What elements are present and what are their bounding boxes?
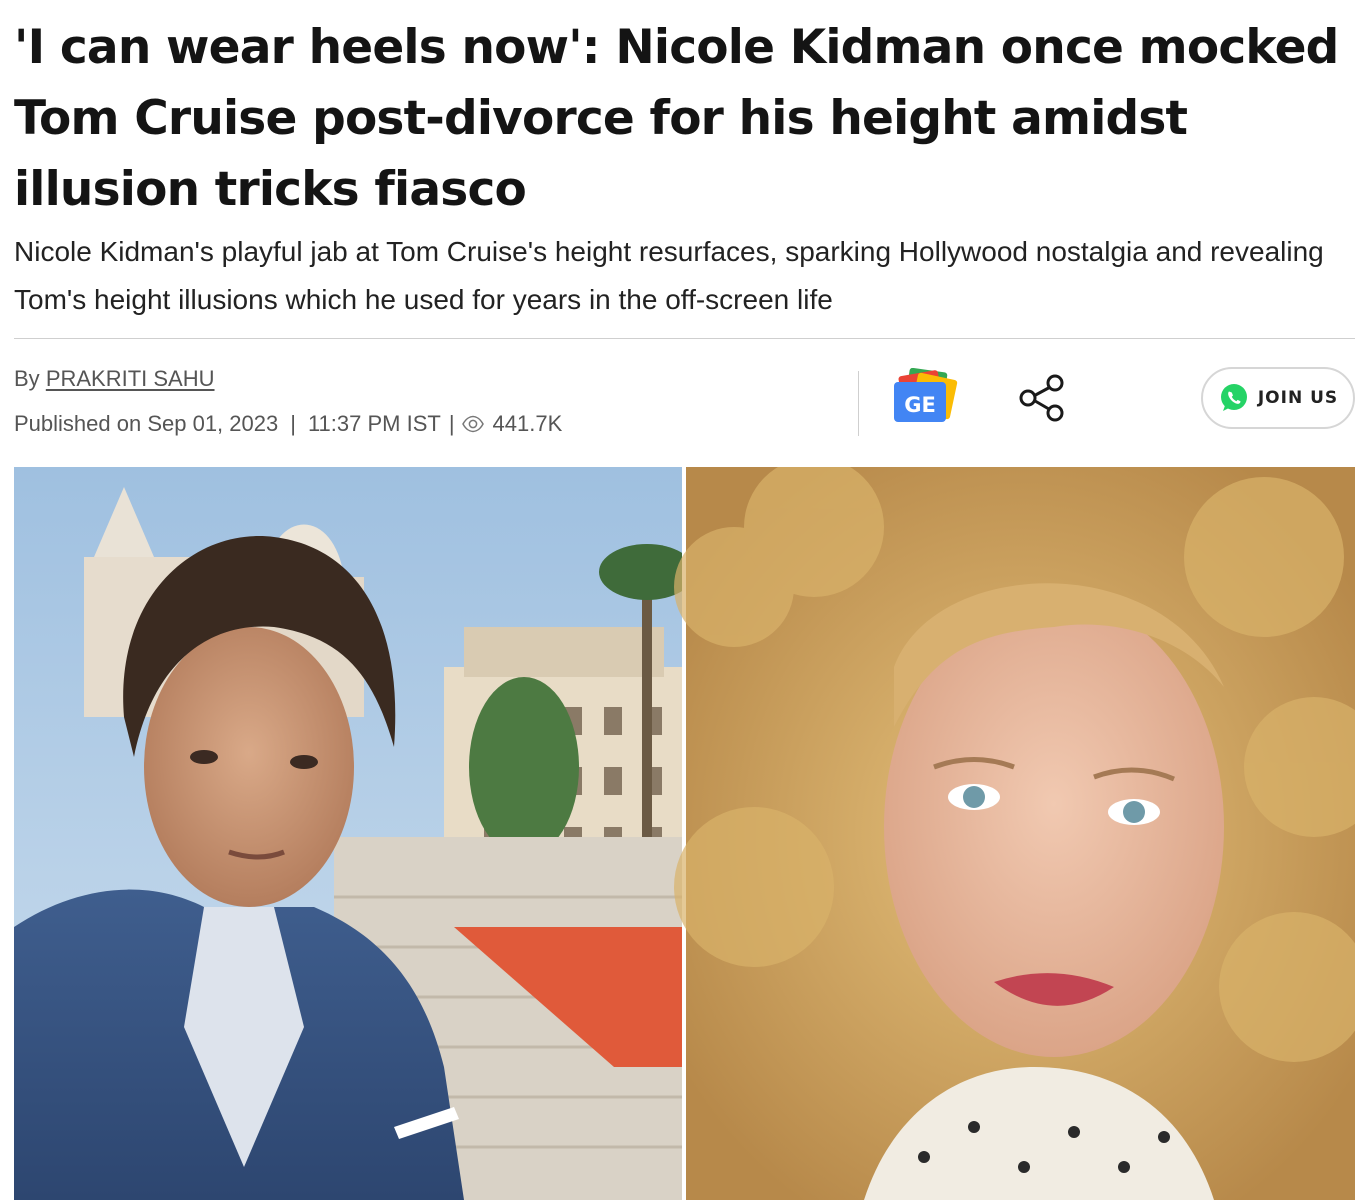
vertical-divider	[858, 371, 859, 436]
view-count: 441.7K	[492, 411, 563, 436]
left-photo	[14, 467, 695, 1200]
join-us-button[interactable]: JOIN US	[1201, 367, 1355, 429]
separator: |	[448, 411, 455, 436]
author-link[interactable]: PRAKRITI SAHU	[46, 366, 215, 391]
separator: |	[290, 411, 296, 436]
google-news-badge: GE	[904, 393, 936, 417]
share-icon	[1019, 374, 1064, 422]
byline-prefix: By	[14, 366, 40, 391]
publish-info: Published on Sep 01, 2023 | 11:37 PM IST…	[14, 411, 562, 437]
hero-image	[14, 467, 1355, 1200]
google-news-button[interactable]: GE	[890, 367, 960, 428]
article-subheadline: Nicole Kidman's playful jab at Tom Cruis…	[14, 236, 1324, 315]
published-date: Published on Sep 01, 2023	[14, 411, 279, 436]
published-time: 11:37 PM IST	[307, 411, 441, 436]
article-headline: 'I can wear heels now': Nicole Kidman on…	[14, 20, 1339, 217]
right-photo	[674, 467, 1355, 1200]
whatsapp-icon	[1220, 384, 1247, 411]
join-us-label: JOIN US	[1257, 388, 1339, 408]
divider	[14, 338, 1355, 339]
byline: By PRAKRITI SAHU	[14, 366, 215, 392]
share-button[interactable]	[1016, 371, 1070, 425]
eye-icon	[461, 415, 484, 433]
hero-photo-collage	[14, 467, 1355, 1200]
google-news-icon: GE	[894, 367, 958, 422]
